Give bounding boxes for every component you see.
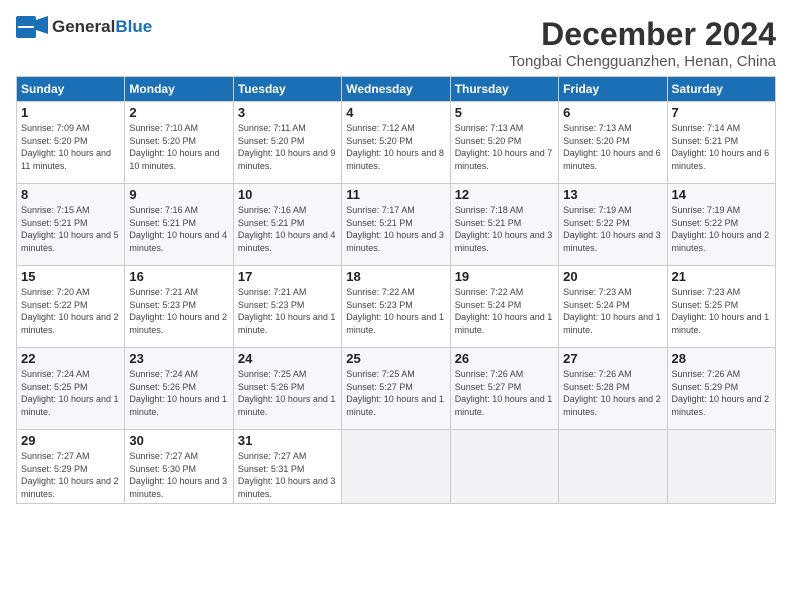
table-row	[450, 430, 558, 504]
table-row: 15Sunrise: 7:20 AMSunset: 5:22 PMDayligh…	[17, 266, 125, 348]
table-row: 20Sunrise: 7:23 AMSunset: 5:24 PMDayligh…	[559, 266, 667, 348]
col-monday: Monday	[125, 77, 233, 102]
logo-blue-text: Blue	[115, 17, 152, 36]
table-row: 22Sunrise: 7:24 AMSunset: 5:25 PMDayligh…	[17, 348, 125, 430]
month-title: December 2024	[509, 16, 776, 53]
col-tuesday: Tuesday	[233, 77, 341, 102]
logo: GeneralBlue	[16, 16, 152, 38]
table-row: 2Sunrise: 7:10 AMSunset: 5:20 PMDaylight…	[125, 102, 233, 184]
table-row: 19Sunrise: 7:22 AMSunset: 5:24 PMDayligh…	[450, 266, 558, 348]
logo-general-text: General	[52, 17, 115, 36]
table-row: 11Sunrise: 7:17 AMSunset: 5:21 PMDayligh…	[342, 184, 450, 266]
table-row: 26Sunrise: 7:26 AMSunset: 5:27 PMDayligh…	[450, 348, 558, 430]
table-row: 7Sunrise: 7:14 AMSunset: 5:21 PMDaylight…	[667, 102, 775, 184]
table-row: 5Sunrise: 7:13 AMSunset: 5:20 PMDaylight…	[450, 102, 558, 184]
table-row: 13Sunrise: 7:19 AMSunset: 5:22 PMDayligh…	[559, 184, 667, 266]
logo-icon	[16, 16, 48, 38]
table-row	[667, 430, 775, 504]
col-sunday: Sunday	[17, 77, 125, 102]
table-row: 6Sunrise: 7:13 AMSunset: 5:20 PMDaylight…	[559, 102, 667, 184]
table-row: 18Sunrise: 7:22 AMSunset: 5:23 PMDayligh…	[342, 266, 450, 348]
title-block: December 2024 Tongbai Chengguanzhen, Hen…	[509, 16, 776, 70]
location-title: Tongbai Chengguanzhen, Henan, China	[509, 53, 776, 70]
table-row: 9Sunrise: 7:16 AMSunset: 5:21 PMDaylight…	[125, 184, 233, 266]
col-friday: Friday	[559, 77, 667, 102]
table-row: 21Sunrise: 7:23 AMSunset: 5:25 PMDayligh…	[667, 266, 775, 348]
table-row: 14Sunrise: 7:19 AMSunset: 5:22 PMDayligh…	[667, 184, 775, 266]
table-row: 27Sunrise: 7:26 AMSunset: 5:28 PMDayligh…	[559, 348, 667, 430]
table-row: 1Sunrise: 7:09 AMSunset: 5:20 PMDaylight…	[17, 102, 125, 184]
col-thursday: Thursday	[450, 77, 558, 102]
table-row: 16Sunrise: 7:21 AMSunset: 5:23 PMDayligh…	[125, 266, 233, 348]
table-row: 29Sunrise: 7:27 AMSunset: 5:29 PMDayligh…	[17, 430, 125, 504]
table-row: 3Sunrise: 7:11 AMSunset: 5:20 PMDaylight…	[233, 102, 341, 184]
table-row	[342, 430, 450, 504]
table-row: 10Sunrise: 7:16 AMSunset: 5:21 PMDayligh…	[233, 184, 341, 266]
table-row: 24Sunrise: 7:25 AMSunset: 5:26 PMDayligh…	[233, 348, 341, 430]
table-row: 17Sunrise: 7:21 AMSunset: 5:23 PMDayligh…	[233, 266, 341, 348]
table-row: 31Sunrise: 7:27 AMSunset: 5:31 PMDayligh…	[233, 430, 341, 504]
page-container: GeneralBlue December 2024 Tongbai Chengg…	[0, 0, 792, 512]
col-wednesday: Wednesday	[342, 77, 450, 102]
table-row: 28Sunrise: 7:26 AMSunset: 5:29 PMDayligh…	[667, 348, 775, 430]
table-row: 12Sunrise: 7:18 AMSunset: 5:21 PMDayligh…	[450, 184, 558, 266]
table-row: 25Sunrise: 7:25 AMSunset: 5:27 PMDayligh…	[342, 348, 450, 430]
page-header: GeneralBlue December 2024 Tongbai Chengg…	[16, 16, 776, 70]
table-row	[559, 430, 667, 504]
table-row: 30Sunrise: 7:27 AMSunset: 5:30 PMDayligh…	[125, 430, 233, 504]
calendar-table: Sunday Monday Tuesday Wednesday Thursday…	[16, 76, 776, 504]
table-row: 4Sunrise: 7:12 AMSunset: 5:20 PMDaylight…	[342, 102, 450, 184]
col-saturday: Saturday	[667, 77, 775, 102]
table-row: 8Sunrise: 7:15 AMSunset: 5:21 PMDaylight…	[17, 184, 125, 266]
table-row: 23Sunrise: 7:24 AMSunset: 5:26 PMDayligh…	[125, 348, 233, 430]
calendar-header-row: Sunday Monday Tuesday Wednesday Thursday…	[17, 77, 776, 102]
